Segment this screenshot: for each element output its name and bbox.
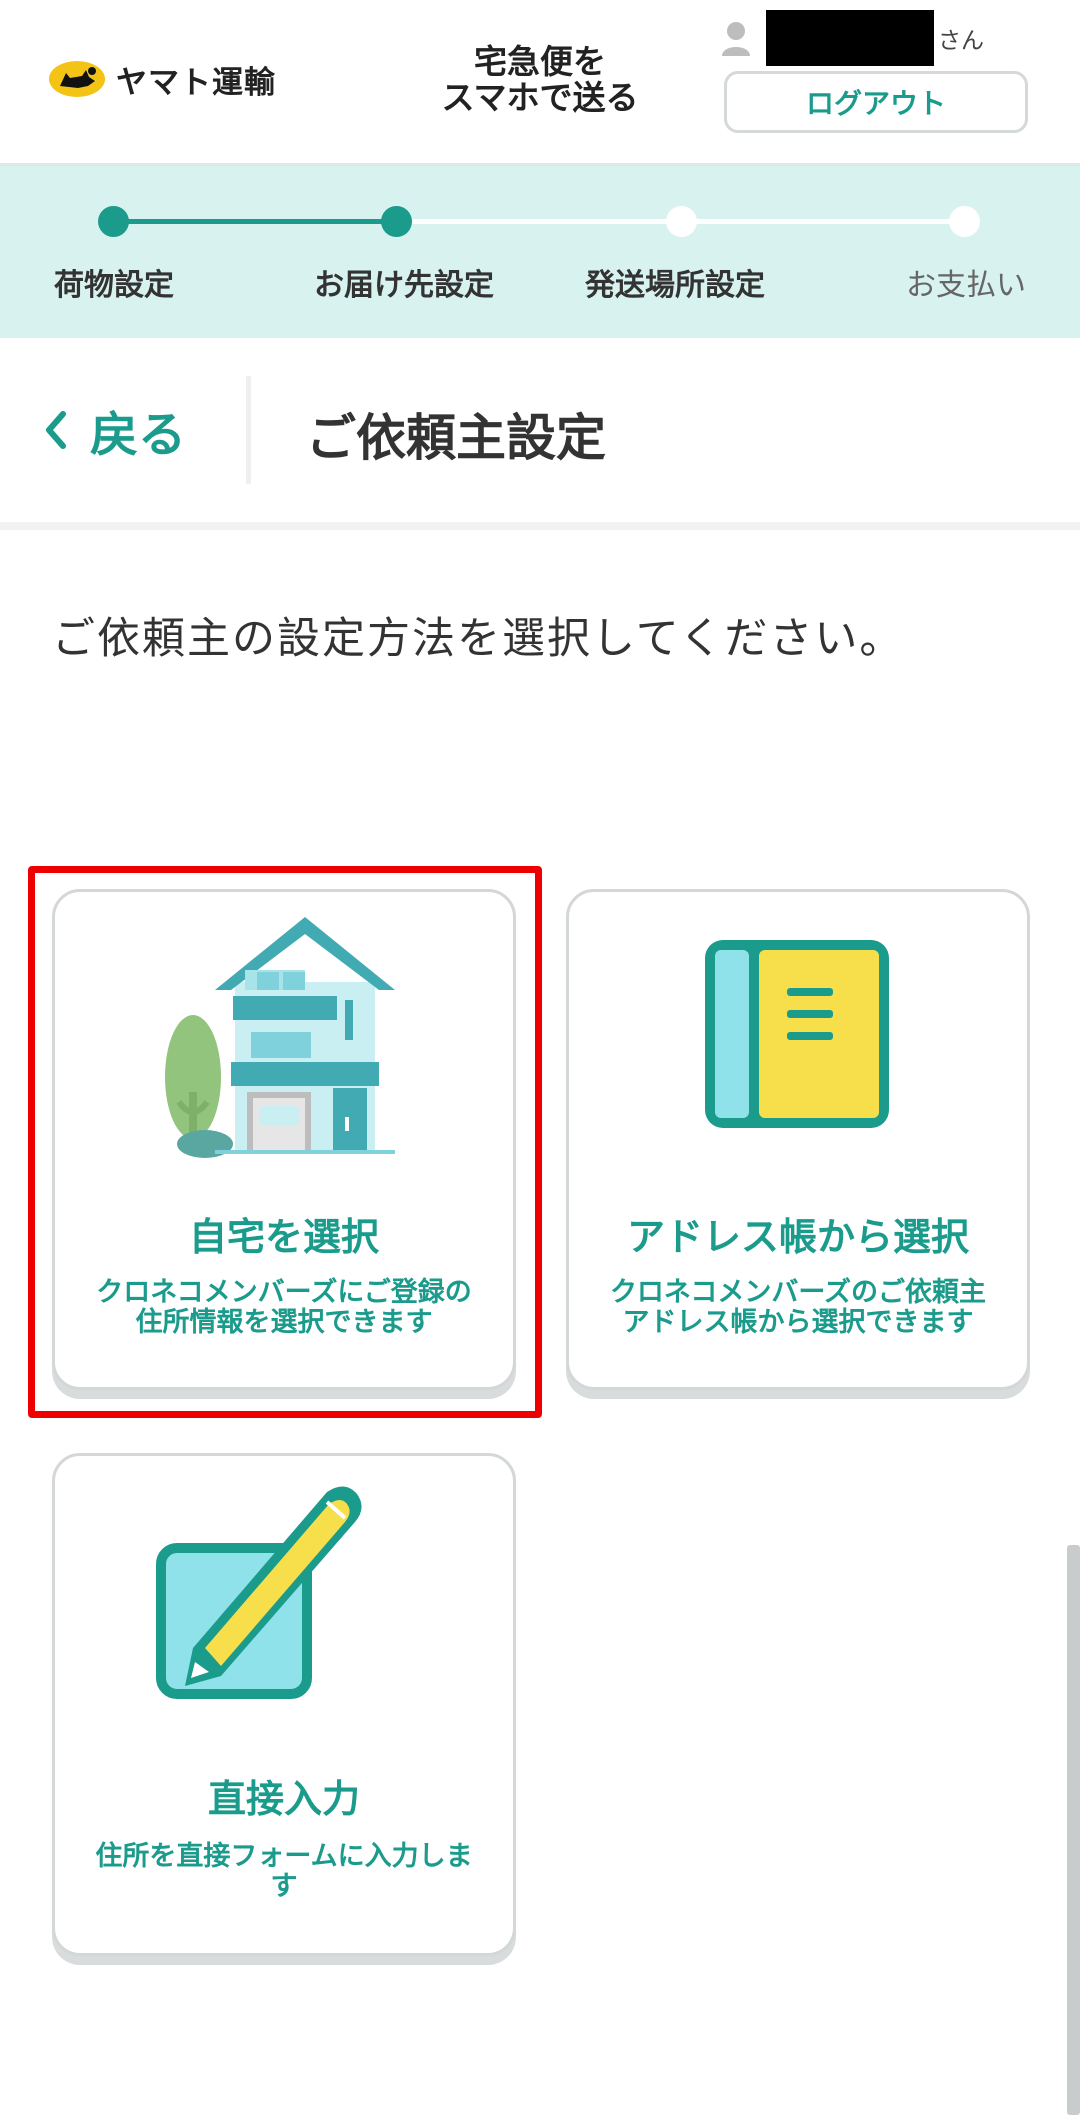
scrollbar[interactable] (1067, 1545, 1080, 2115)
step-dot-2 (381, 206, 412, 237)
back-button[interactable]: 戻る (44, 398, 187, 463)
username-redacted (766, 10, 934, 66)
back-label: 戻る (90, 407, 187, 463)
step-dot-3 (666, 206, 697, 237)
logo-text: ヤマト運輸 (116, 64, 276, 101)
user-icon (722, 22, 750, 56)
black-cat-icon (49, 61, 105, 97)
chevron-left-icon (46, 411, 66, 449)
service-title: 宅急便を スマホで送る (441, 42, 639, 117)
option-title-direct-input: 直接入力 (207, 1777, 360, 1821)
header-divider (246, 376, 251, 484)
page-header: 戻る ご依頼主設定 (0, 338, 1080, 522)
step-label-2: お届け先設定 (314, 268, 494, 303)
logout-button[interactable]: ログアウト (724, 71, 1028, 133)
yamato-logo[interactable]: ヤマト運輸 (48, 56, 276, 102)
option-card-address-book[interactable]: アドレス帳から選択 クロネコメンバーズのご依頼主 アドレス帳から選択できます (566, 889, 1030, 1390)
app-header: ヤマト運輸 宅急便を スマホで送る さん ログアウト (0, 0, 1080, 166)
selection-highlight (28, 866, 542, 1418)
step-line-done (114, 219, 397, 224)
pencil-icon (156, 1486, 362, 1699)
address-book-icon (705, 940, 889, 1128)
instruction-text: ご依頼主の設定方法を選択してください。 (52, 614, 905, 664)
step-dot-1 (98, 206, 129, 237)
page: ヤマト運輸 宅急便を スマホで送る さん ログアウト 荷物設定 お届け先設定 発… (0, 0, 1080, 2115)
user-info: さん (720, 10, 984, 66)
step-label-3: 発送場所設定 (585, 268, 765, 303)
step-dot-4 (949, 206, 980, 237)
step-label-1: 荷物設定 (54, 268, 174, 303)
header-separator (0, 522, 1080, 530)
progress-steps: 荷物設定 お届け先設定 発送場所設定 お支払い (0, 166, 1080, 338)
option-title-address-book: アドレス帳から選択 (626, 1215, 969, 1259)
step-label-4: お支払い (906, 268, 1026, 303)
page-title: ご依頼主設定 (306, 409, 606, 467)
option-desc-direct-input: 住所を直接フォームに入力しま す (95, 1841, 473, 1902)
option-desc-address-book: クロネコメンバーズのご依頼主 アドレス帳から選択できます (609, 1277, 987, 1338)
option-card-direct-input[interactable]: 直接入力 住所を直接フォームに入力しま す (52, 1453, 516, 1956)
user-suffix: さん (938, 28, 984, 54)
